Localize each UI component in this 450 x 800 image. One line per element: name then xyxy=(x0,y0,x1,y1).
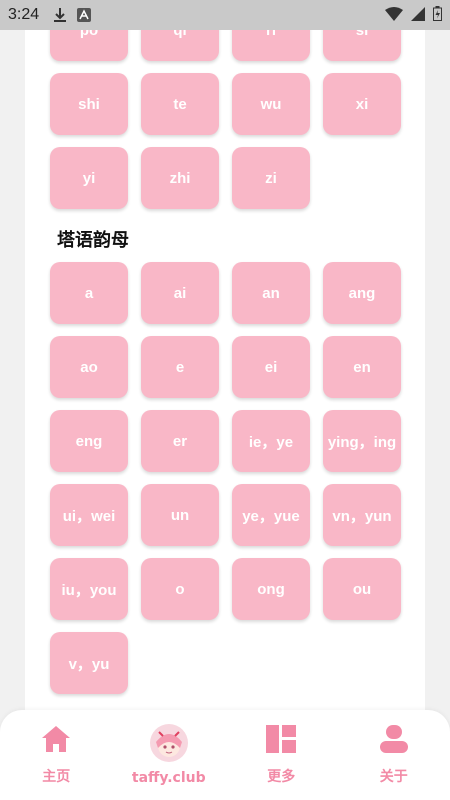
battery-icon xyxy=(433,5,442,25)
app-notification-icon xyxy=(77,8,92,22)
initials-grid: po qi ri si shi te wu xi yi zhi zi xyxy=(50,0,401,209)
nav-about[interactable]: 关于 xyxy=(339,710,449,786)
syllable-button[interactable]: er xyxy=(141,410,219,472)
syllable-button[interactable]: un xyxy=(141,484,219,546)
syllable-button[interactable]: ying，ing xyxy=(323,410,401,472)
syllable-button[interactable]: ou xyxy=(323,558,401,620)
syllable-button[interactable]: ui，wei xyxy=(50,484,128,546)
user-icon xyxy=(378,724,410,758)
syllable-button[interactable]: shi xyxy=(50,73,128,135)
syllable-button[interactable]: zhi xyxy=(141,147,219,209)
nav-home[interactable]: 主页 xyxy=(1,710,111,786)
nav-taffy-club-label: taffy.club xyxy=(131,770,206,786)
syllable-button[interactable]: v，yu xyxy=(50,632,128,694)
syllable-button[interactable]: e xyxy=(141,336,219,398)
syllable-button[interactable]: ye，yue xyxy=(232,484,310,546)
syllable-button[interactable]: ie，ye xyxy=(232,410,310,472)
syllable-button[interactable]: ei xyxy=(232,336,310,398)
home-icon xyxy=(40,724,72,758)
syllable-button[interactable]: ao xyxy=(50,336,128,398)
syllable-button[interactable]: te xyxy=(141,73,219,135)
nav-home-label: 主页 xyxy=(42,769,71,785)
syllable-button[interactable]: ai xyxy=(141,262,219,324)
bottom-nav: 主页 taffy.club 更多 关于 xyxy=(0,710,450,800)
nav-about-label: 关于 xyxy=(379,769,408,785)
syllable-button[interactable]: a xyxy=(50,262,128,324)
avatar-icon xyxy=(149,724,188,762)
status-time: 3:24 xyxy=(8,6,40,23)
syllable-button[interactable]: yi xyxy=(50,147,128,209)
syllable-button[interactable]: ong xyxy=(232,558,310,620)
wifi-icon xyxy=(385,6,403,25)
download-icon xyxy=(53,7,67,23)
syllable-button[interactable]: wu xyxy=(232,73,310,135)
syllable-button[interactable]: en xyxy=(323,336,401,398)
syllable-button[interactable]: vn，yun xyxy=(323,484,401,546)
syllable-button[interactable]: o xyxy=(141,558,219,620)
signal-icon xyxy=(411,6,425,25)
syllable-button[interactable]: xi xyxy=(323,73,401,135)
nav-taffy-club[interactable]: taffy.club xyxy=(114,710,224,786)
section-title: 塔语韵母 xyxy=(57,230,129,251)
syllable-button[interactable]: iu，you xyxy=(50,558,128,620)
syllable-button[interactable]: zi xyxy=(232,147,310,209)
grid-icon xyxy=(265,724,297,758)
status-bar: 3:24 xyxy=(0,0,450,30)
syllable-button[interactable]: ang xyxy=(323,262,401,324)
nav-more-label: 更多 xyxy=(267,769,296,785)
nav-more[interactable]: 更多 xyxy=(226,710,336,786)
syllable-button[interactable]: an xyxy=(232,262,310,324)
finals-grid: a ai an ang ao e ei en eng er ie，ye ying，ing ui，wei u… xyxy=(50,262,401,694)
syllable-button[interactable]: eng xyxy=(50,410,128,472)
